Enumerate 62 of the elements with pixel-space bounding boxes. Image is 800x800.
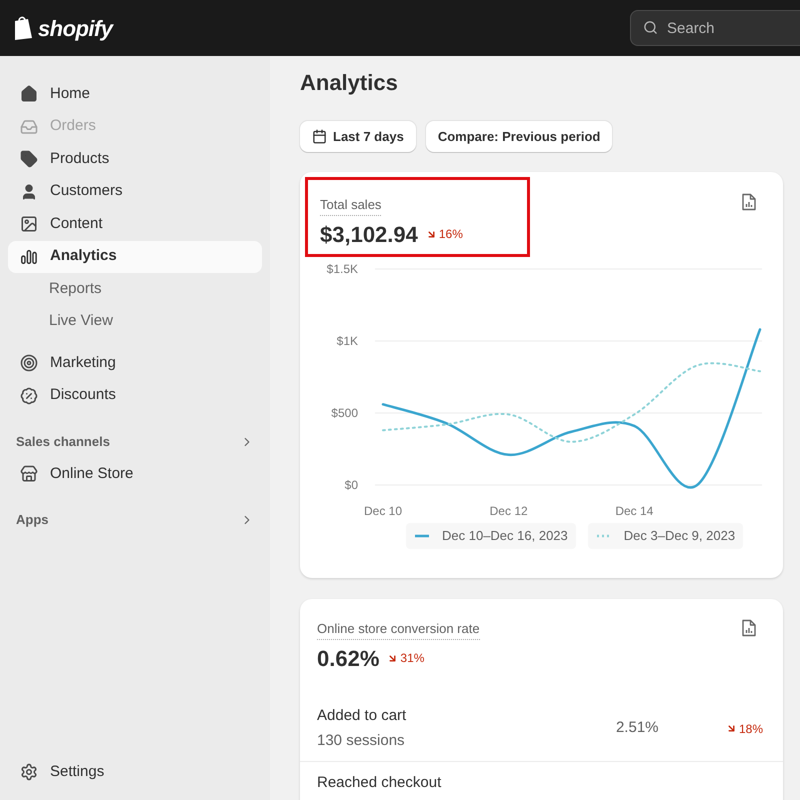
settings-icon: [20, 763, 38, 781]
metric-label: Total sales: [320, 195, 382, 216]
metric-value: $3,102.94: [320, 220, 418, 248]
person-icon: [20, 182, 38, 200]
home-icon: [20, 85, 38, 103]
change-percent: 18%: [738, 720, 763, 738]
inbox-icon: [20, 118, 38, 136]
nav-subitem[interactable]: Reports: [8, 273, 262, 305]
nav-item[interactable]: Settings: [8, 756, 262, 788]
nav-item[interactable]: Home: [8, 78, 262, 110]
nav-item[interactable]: Customers: [8, 176, 262, 208]
logo-text: shopify: [38, 14, 112, 43]
metric-label: Online store conversion rate: [317, 619, 480, 640]
x-axis-label: Dec 14: [615, 504, 654, 518]
bar-chart-icon: [20, 248, 38, 266]
filter-button[interactable]: Last 7 days: [300, 121, 416, 152]
legend-label: Dec 3–Dec 9, 2023: [624, 527, 736, 546]
nav-item[interactable]: Content: [8, 208, 262, 240]
section-header[interactable]: Apps: [8, 508, 262, 532]
section-title: Sales channels: [16, 433, 110, 452]
calendar-icon: [312, 129, 327, 144]
file-chart-icon[interactable]: [741, 193, 757, 211]
legend-label: Dec 10–Dec 16, 2023: [442, 527, 568, 546]
legend-line-icon: [596, 534, 612, 538]
target-icon: [20, 354, 38, 372]
search-icon: [643, 20, 658, 35]
y-axis-label: $500: [331, 406, 358, 420]
tag-icon: [20, 150, 38, 168]
store-icon: [20, 465, 38, 483]
nav-item[interactable]: Marketing: [8, 347, 262, 379]
shopping-bag-logo-icon: [12, 15, 34, 41]
section-header[interactable]: Sales channels: [8, 430, 262, 454]
section-title: Apps: [16, 511, 48, 530]
nav-item[interactable]: Products: [8, 143, 262, 175]
nav-item[interactable]: Online Store: [8, 458, 262, 490]
trend-down-icon: [387, 652, 398, 664]
page-title: Analytics: [300, 69, 399, 97]
nav-item[interactable]: Discounts: [8, 380, 262, 412]
x-axis-label: Dec 10: [364, 504, 402, 518]
legend-item[interactable]: Dec 10–Dec 16, 2023: [406, 523, 576, 549]
funnel-step-label: Reached checkout: [317, 772, 442, 792]
search-field[interactable]: Search: [630, 10, 800, 46]
trend-down-icon: [426, 228, 437, 240]
x-axis-label: Dec 12: [490, 504, 528, 518]
step-rate: 2.51%: [616, 718, 660, 738]
filter-button[interactable]: Compare: Previous period: [426, 121, 612, 152]
nav-subitem[interactable]: Live View: [8, 305, 262, 337]
discount-badge-icon: [20, 386, 38, 404]
y-axis-label: $0: [344, 478, 358, 492]
change-percent: 31%: [400, 650, 424, 667]
session-count: 130 sessions: [317, 731, 406, 751]
legend-line-icon: [414, 534, 430, 538]
trend-down-icon: [726, 723, 737, 734]
file-chart-icon[interactable]: [741, 619, 757, 637]
y-axis-label: $1K: [336, 334, 358, 348]
legend-item[interactable]: Dec 3–Dec 9, 2023: [588, 523, 744, 549]
nav-item[interactable]: Analytics: [8, 240, 262, 272]
metric-value: 0.62%: [317, 644, 380, 672]
y-axis-label: $1.5K: [326, 262, 358, 276]
image-icon: [20, 215, 38, 233]
change-percent: 16%: [438, 226, 463, 243]
funnel-step-label: Added to cart: [317, 706, 408, 726]
